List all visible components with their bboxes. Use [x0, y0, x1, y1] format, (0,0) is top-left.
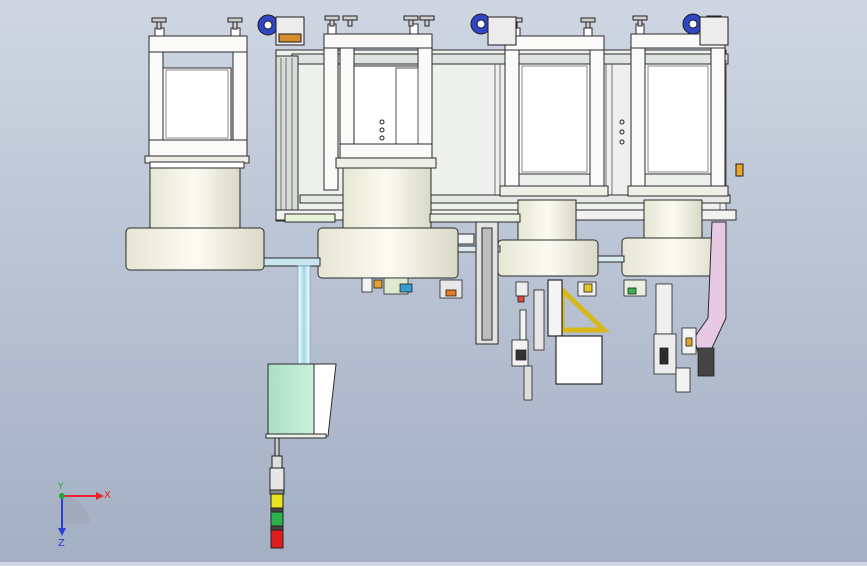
- leveling-feet-frame-1: [152, 18, 242, 29]
- station-frame-2: [324, 24, 436, 190]
- vertical-actuator: [458, 222, 498, 344]
- assembly-drawing: X Y Z: [0, 0, 867, 562]
- discharge-chute: [298, 266, 310, 366]
- drop-hopper: [266, 364, 336, 438]
- coordinate-triad: X Y Z: [57, 482, 111, 549]
- tower-light-green: [271, 512, 283, 526]
- triad-y-label: Y: [57, 482, 64, 492]
- tower-light-red: [271, 530, 283, 548]
- triad-x-label: X: [104, 490, 111, 501]
- turntable-1: [126, 168, 264, 270]
- triad-z-label: Z: [58, 538, 65, 549]
- feed-roller-unit-2: [471, 14, 516, 45]
- tower-light-yellow: [271, 494, 283, 508]
- e-stop-button: [736, 164, 743, 176]
- signal-tower: [270, 438, 284, 548]
- leveling-feet-frame-3: [508, 18, 595, 28]
- pneumatic-cluster-left: [362, 278, 462, 298]
- feed-roller-unit-1: [258, 15, 304, 45]
- triad-y-axis: [59, 493, 65, 499]
- cad-viewport[interactable]: X Y Z: [0, 0, 867, 562]
- station-frame-1: [145, 28, 249, 168]
